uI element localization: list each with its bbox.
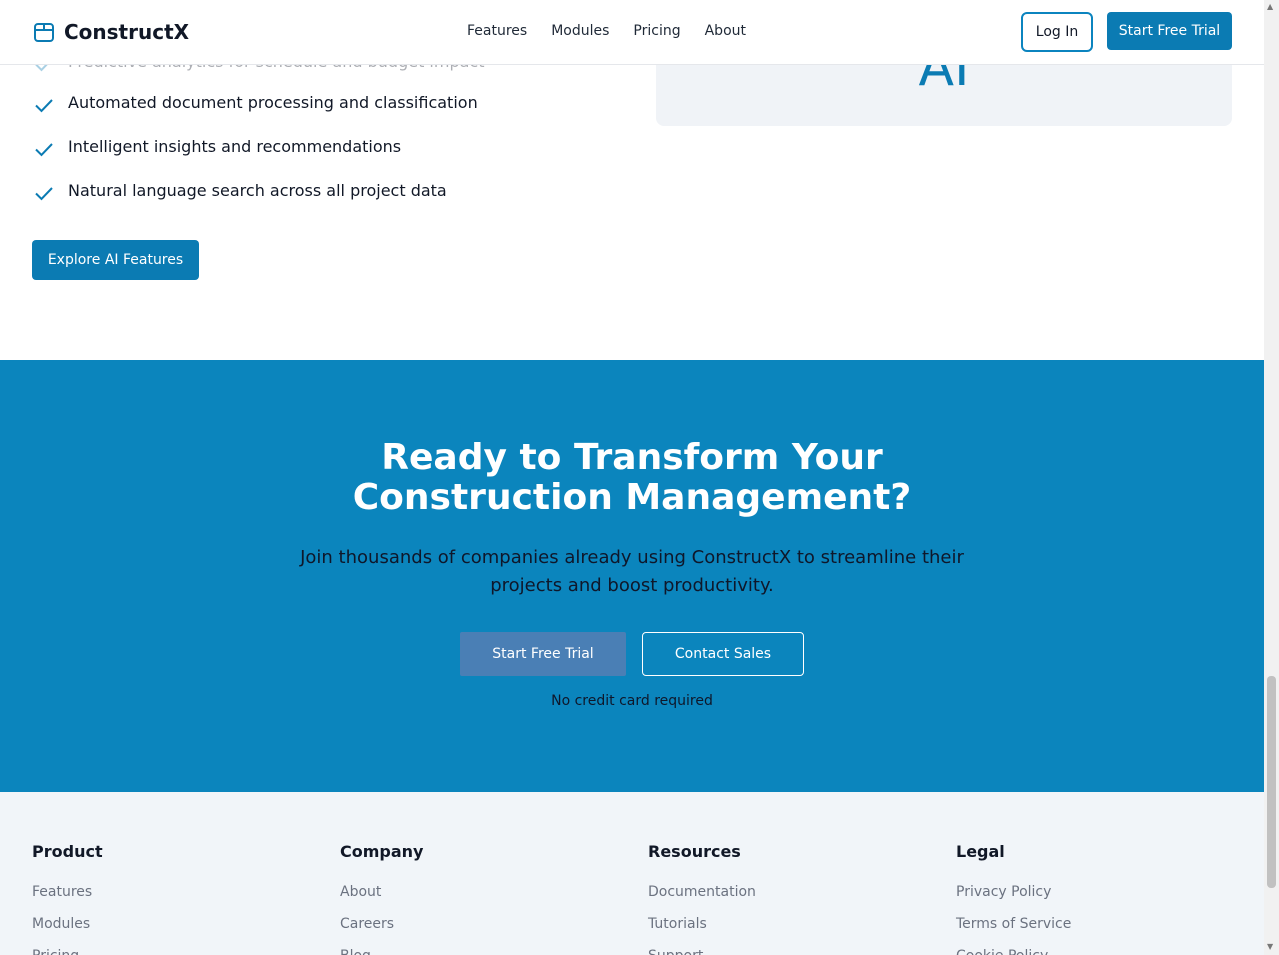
- footer-link[interactable]: Cookie Policy: [956, 947, 1071, 955]
- cta-title-line1: Ready to Transform Your: [381, 437, 883, 478]
- feature-label: Automated document processing and classi…: [68, 93, 478, 112]
- footer-column-title: Company: [340, 842, 424, 861]
- footer-link[interactable]: Terms of Service: [956, 915, 1071, 933]
- check-icon: [35, 187, 53, 201]
- footer-column-legal: Legal Privacy Policy Terms of Service Co…: [956, 842, 1071, 955]
- contact-sales-button[interactable]: Contact Sales: [642, 632, 804, 676]
- footer-link[interactable]: Features: [32, 883, 103, 901]
- footer-link[interactable]: Documentation: [648, 883, 756, 901]
- nav-about[interactable]: About: [705, 23, 746, 39]
- footer-column-product: Product Features Modules Pricing: [32, 842, 103, 955]
- header-trial-button[interactable]: Start Free Trial: [1107, 12, 1232, 50]
- footer-link[interactable]: Blog: [340, 947, 423, 955]
- main-nav: Features Modules Pricing About: [467, 23, 770, 39]
- feature-label: Intelligent insights and recommendations: [68, 137, 402, 156]
- check-icon: [35, 99, 53, 113]
- cta-subtitle: Join thousands of companies already usin…: [282, 544, 982, 600]
- nav-features[interactable]: Features: [467, 23, 527, 39]
- feature-item: Automated document processing and classi…: [32, 91, 478, 117]
- page-scrollbar[interactable]: ▲ ▼: [1264, 0, 1279, 955]
- footer-column-title: Resources: [648, 842, 741, 861]
- footer-column-title: Product: [32, 842, 103, 861]
- footer-column-company: Company About Careers Blog: [340, 842, 423, 955]
- page: Predictive analytics for schedule and bu…: [0, 0, 1264, 955]
- cta-subtitle-line2: projects and boost productivity.: [490, 575, 774, 596]
- brand-name: ConstructX: [64, 20, 190, 44]
- cta-section: Ready to Transform Your Construction Man…: [0, 360, 1264, 792]
- footer-column-resources: Resources Documentation Tutorials Suppor…: [648, 842, 756, 955]
- scrollbar-thumb[interactable]: [1267, 676, 1276, 888]
- brand-logo[interactable]: ConstructX: [32, 20, 189, 44]
- footer-column-title: Legal: [956, 842, 1005, 861]
- footer-link[interactable]: Careers: [340, 915, 423, 933]
- scroll-up-arrow-icon[interactable]: ▲: [1267, 2, 1273, 11]
- nav-modules[interactable]: Modules: [551, 23, 609, 39]
- cta-subtitle-line1: Join thousands of companies already usin…: [300, 547, 964, 568]
- footer-link[interactable]: Modules: [32, 915, 103, 933]
- feature-item: Intelligent insights and recommendations: [32, 135, 401, 161]
- site-footer: Product Features Modules Pricing Company…: [0, 792, 1264, 955]
- box-icon: [34, 23, 54, 42]
- footer-link[interactable]: Privacy Policy: [956, 883, 1071, 901]
- footer-link[interactable]: Pricing: [32, 947, 103, 955]
- cta-title-line2: Construction Management?: [352, 477, 912, 518]
- cta-trial-button[interactable]: Start Free Trial: [460, 632, 626, 676]
- footer-link[interactable]: Support: [648, 947, 756, 955]
- site-header: ConstructX Features Modules Pricing Abou…: [0, 0, 1264, 65]
- cta-title: Ready to Transform Your Construction Man…: [0, 438, 1264, 518]
- nav-pricing[interactable]: Pricing: [633, 23, 680, 39]
- feature-label: Natural language search across all proje…: [68, 181, 447, 200]
- feature-item: Natural language search across all proje…: [32, 179, 447, 205]
- footer-link[interactable]: Tutorials: [648, 915, 756, 933]
- check-icon: [35, 143, 53, 157]
- footer-link[interactable]: About: [340, 883, 423, 901]
- login-button[interactable]: Log In: [1021, 12, 1093, 52]
- explore-ai-features-button[interactable]: Explore AI Features: [32, 240, 199, 280]
- cta-note: No credit card required: [551, 693, 713, 709]
- scroll-down-arrow-icon[interactable]: ▼: [1267, 942, 1273, 951]
